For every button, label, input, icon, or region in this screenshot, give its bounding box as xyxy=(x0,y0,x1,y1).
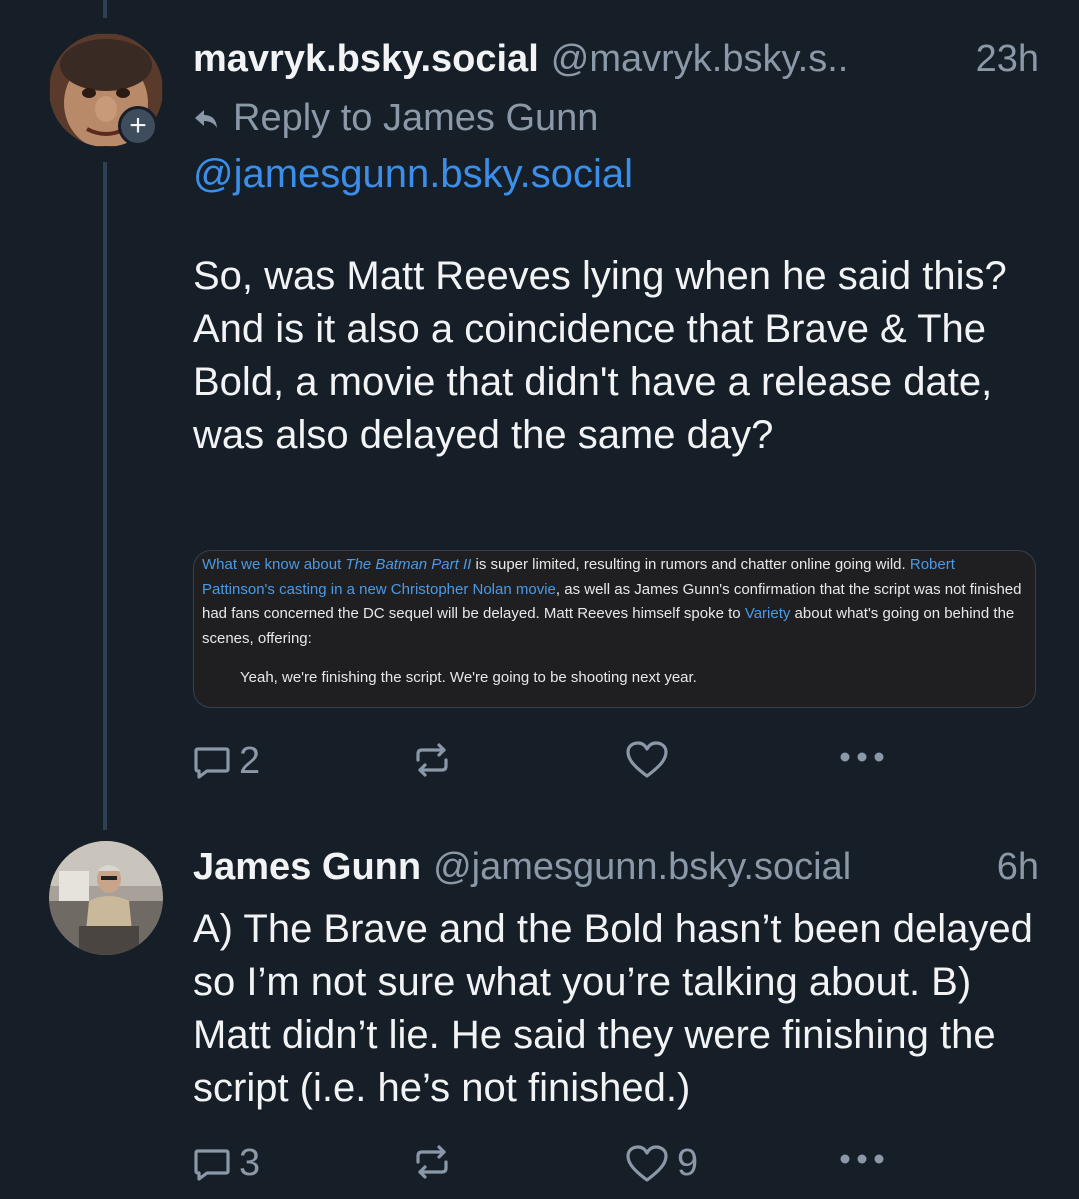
display-name[interactable]: James Gunn xyxy=(193,846,421,889)
article-paragraph: What we know about The Batman Part II is… xyxy=(202,551,1025,651)
repost-icon xyxy=(416,1145,448,1179)
reply-button[interactable]: 2 xyxy=(193,740,260,783)
post-text: A) The Brave and the Bold hasn’t been de… xyxy=(193,907,1033,1110)
article-link: Variety xyxy=(744,605,791,622)
repost-button[interactable] xyxy=(412,740,452,780)
reply-bubble-icon xyxy=(194,746,230,779)
article-link: What we know about xyxy=(202,556,346,573)
mention-link[interactable]: @jamesgunn.bsky.social xyxy=(193,152,633,197)
avatar-photo-image xyxy=(49,841,163,955)
heart-icon xyxy=(626,1144,668,1182)
reply-bubble-icon xyxy=(194,1148,230,1181)
more-options-button[interactable] xyxy=(838,1142,886,1166)
more-options-icon xyxy=(840,752,884,762)
heart-icon xyxy=(626,741,668,778)
reply-arrow-icon xyxy=(195,109,217,128)
reply-count: 3 xyxy=(239,1142,261,1184)
like-count: 9 xyxy=(677,1142,699,1184)
article-text: is super limited, resulting in rumors an… xyxy=(471,556,910,573)
timestamp[interactable]: 23h xyxy=(976,38,1039,81)
handle[interactable]: @mavryk.bsky.s.. xyxy=(551,38,849,81)
reply-count: 2 xyxy=(239,740,261,782)
more-options-button[interactable] xyxy=(838,740,886,764)
plus-icon: + xyxy=(129,109,147,142)
like-button[interactable]: 9 xyxy=(625,1142,698,1185)
timestamp[interactable]: 6h xyxy=(997,846,1039,889)
thread-line-top xyxy=(103,0,107,18)
follow-plus-button[interactable]: + xyxy=(118,106,158,146)
handle[interactable]: @jamesgunn.bsky.social xyxy=(433,846,851,889)
repost-icon xyxy=(416,743,448,777)
avatar[interactable] xyxy=(49,841,163,955)
post-header: James Gunn @jamesgunn.bsky.social 6h xyxy=(193,846,1039,889)
reply-button[interactable]: 3 xyxy=(193,1142,260,1185)
post-header: mavryk.bsky.social @mavryk.bsky.s.. 23h xyxy=(193,38,1039,81)
reply-to-label[interactable]: Reply to James Gunn xyxy=(193,97,598,140)
embedded-image-article-excerpt[interactable]: What we know about The Batman Part II is… xyxy=(193,550,1036,708)
display-name[interactable]: mavryk.bsky.social xyxy=(193,38,539,81)
more-options-icon xyxy=(840,1154,884,1164)
repost-button[interactable] xyxy=(412,1142,452,1182)
post-actions: 2 xyxy=(193,740,893,790)
thread-line-middle xyxy=(103,162,107,830)
article-blockquote: Yeah, we're finishing the script. We're … xyxy=(240,669,697,686)
reply-to-text: Reply to James Gunn xyxy=(233,97,599,139)
article-link-title: The Batman Part II xyxy=(345,556,472,573)
like-button[interactable] xyxy=(625,740,669,780)
post-actions: 3 9 xyxy=(193,1142,893,1192)
post-text: So, was Matt Reeves lying when he said t… xyxy=(193,254,1007,457)
